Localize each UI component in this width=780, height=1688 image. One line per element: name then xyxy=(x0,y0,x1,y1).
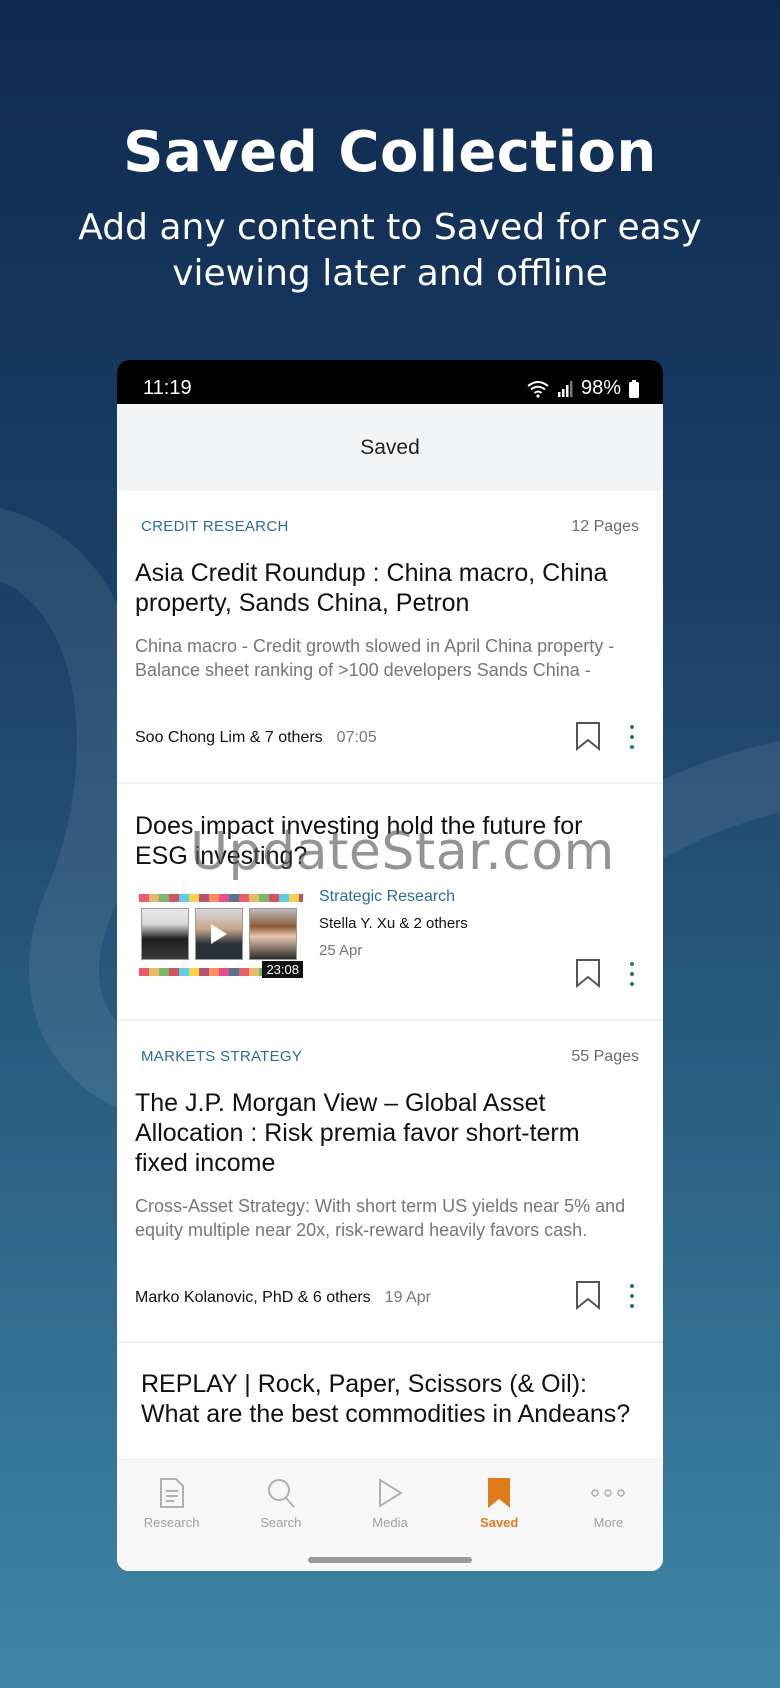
item-title[interactable]: The J.P. Morgan View – Global Asset Allo… xyxy=(135,1088,639,1178)
speaker-photo xyxy=(249,908,297,960)
item-pages: 12 Pages xyxy=(571,518,639,535)
item-pages: 55 Pages xyxy=(571,1048,639,1065)
item-date: 19 Apr xyxy=(384,1289,431,1306)
speaker-photo xyxy=(141,908,189,960)
wifi-icon xyxy=(527,380,549,398)
home-indicator[interactable] xyxy=(308,1557,472,1563)
tab-saved[interactable]: Saved xyxy=(445,1460,554,1546)
page-title: Saved xyxy=(360,435,420,459)
item-category: Strategic Research xyxy=(319,888,456,905)
item-title[interactable]: REPLAY | Rock, Paper, Scissors (& Oil): … xyxy=(141,1369,639,1429)
item-excerpt: China macro - Credit growth slowed in Ap… xyxy=(135,636,615,680)
bookmark-icon[interactable] xyxy=(575,958,601,988)
item-date: 25 Apr xyxy=(319,942,363,959)
document-icon xyxy=(159,1477,184,1508)
tab-label: Media xyxy=(372,1514,408,1530)
promo-subtitle: Add any content to Saved for easy viewin… xyxy=(78,207,702,294)
video-thumbnail[interactable]: 23:08 xyxy=(139,892,303,980)
tab-label: Saved xyxy=(480,1514,519,1530)
promo-title: Saved Collection xyxy=(123,120,657,185)
list-item[interactable]: CREDIT RESEARCH 12 Pages Asia Credit Rou… xyxy=(117,491,663,784)
phone-frame: 11:19 98% Saved CREDIT RESEARCH 12 Pages… xyxy=(117,360,663,1571)
more-options-icon[interactable] xyxy=(627,962,637,986)
item-date: 07:05 xyxy=(336,729,377,746)
tab-label: Research xyxy=(143,1514,200,1530)
play-icon xyxy=(379,1477,403,1508)
item-title[interactable]: Asia Credit Roundup : China macro, China… xyxy=(135,558,639,618)
list-item[interactable]: Does impact investing hold the future fo… xyxy=(117,784,663,1021)
item-author: Marko Kolanovic, PhD & 6 others xyxy=(135,1289,371,1306)
tab-search[interactable]: Search xyxy=(226,1460,335,1546)
more-dots-icon xyxy=(591,1488,626,1497)
item-author-line: Marko Kolanovic, PhD & 6 others 19 Apr xyxy=(135,1289,431,1307)
tab-more[interactable]: More xyxy=(554,1460,663,1546)
page-header: Saved xyxy=(117,404,663,491)
thumbnail-icon-strip xyxy=(139,894,303,902)
battery-percent: 98% xyxy=(580,377,621,399)
bookmark-icon xyxy=(488,1477,511,1508)
item-author: Stella Y. Xu & 2 others xyxy=(319,915,468,932)
item-tag: MARKETS STRATEGY xyxy=(141,1048,303,1065)
signal-icon xyxy=(557,380,573,397)
bookmark-icon[interactable] xyxy=(575,1280,601,1310)
tab-label: Search xyxy=(260,1514,302,1530)
status-bar: 11:19 98% xyxy=(117,360,663,404)
tab-label: More xyxy=(593,1514,624,1530)
item-excerpt: Cross-Asset Strategy: With short term US… xyxy=(135,1196,626,1240)
item-tag: CREDIT RESEARCH xyxy=(141,518,289,535)
list-item[interactable]: MARKETS STRATEGY 55 Pages The J.P. Morga… xyxy=(117,1021,663,1343)
more-options-icon[interactable] xyxy=(627,1284,637,1308)
bottom-tab-bar: Research Search Media Saved More xyxy=(117,1459,663,1571)
battery-icon xyxy=(629,379,639,398)
status-icons: 98% xyxy=(527,377,639,400)
play-icon[interactable] xyxy=(211,924,227,944)
list-item[interactable]: REPLAY | Rock, Paper, Scissors (& Oil): … xyxy=(117,1343,663,1468)
more-options-icon[interactable] xyxy=(627,725,637,749)
item-author-line: Soo Chong Lim & 7 others 07:05 xyxy=(135,729,377,747)
video-duration: 23:08 xyxy=(262,961,303,978)
search-icon xyxy=(267,1478,295,1508)
tab-research[interactable]: Research xyxy=(117,1460,226,1546)
item-author: Soo Chong Lim & 7 others xyxy=(135,729,323,746)
item-title[interactable]: Does impact investing hold the future fo… xyxy=(135,811,639,871)
status-time: 11:19 xyxy=(143,377,192,399)
bookmark-icon[interactable] xyxy=(575,721,601,751)
tab-media[interactable]: Media xyxy=(335,1460,444,1546)
